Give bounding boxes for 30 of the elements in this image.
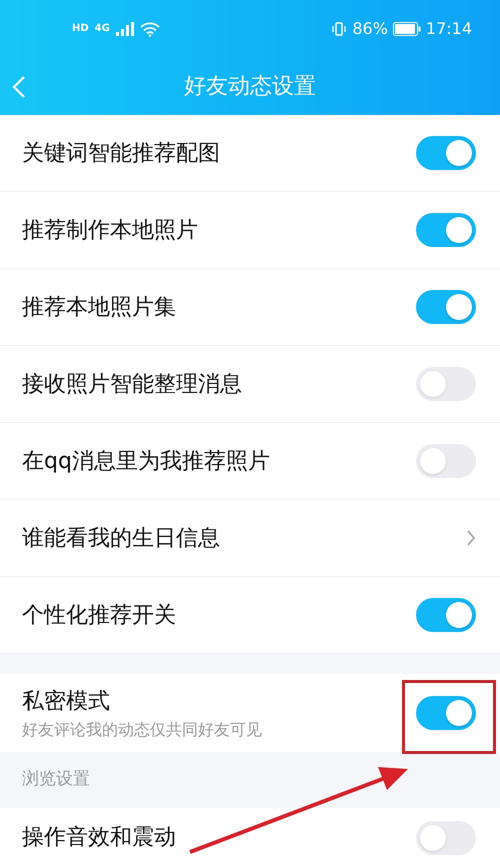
toggle-switch[interactable] bbox=[416, 290, 476, 324]
setting-label: 关键词智能推荐配图 bbox=[22, 140, 220, 168]
clock-time: 17:14 bbox=[426, 18, 472, 40]
toggle-switch[interactable] bbox=[416, 444, 476, 478]
network-label: 4G bbox=[94, 24, 110, 34]
back-icon[interactable] bbox=[12, 74, 26, 98]
setting-description: 好友评论我的动态仅共同好友可见 bbox=[22, 718, 262, 740]
setting-label: 在qq消息里为我推荐照片 bbox=[22, 448, 270, 476]
battery-percent: 86% bbox=[352, 18, 388, 40]
battery-icon bbox=[392, 22, 421, 36]
setting-label: 接收照片智能整理消息 bbox=[22, 370, 242, 398]
toggle-switch[interactable] bbox=[416, 367, 476, 401]
toggle-switch[interactable] bbox=[416, 136, 476, 170]
setting-label: 操作音效和震动 bbox=[22, 824, 176, 852]
setting-label: 个性化推荐开关 bbox=[22, 602, 176, 630]
toggle-switch[interactable] bbox=[416, 696, 476, 730]
setting-label: 谁能看我的生日信息 bbox=[22, 524, 220, 552]
page-title: 好友动态设置 bbox=[184, 73, 316, 101]
toggle-switch[interactable] bbox=[416, 213, 476, 247]
wifi-icon bbox=[140, 22, 160, 36]
chevron-right-icon[interactable] bbox=[466, 529, 476, 547]
section-title: 浏览设置 bbox=[22, 768, 90, 792]
toggle-switch[interactable] bbox=[416, 820, 476, 854]
vibrate-icon bbox=[331, 21, 348, 37]
setting-label: 私密模式 bbox=[22, 688, 111, 716]
network-label: HD bbox=[72, 24, 89, 34]
setting-label: 推荐本地照片集 bbox=[22, 294, 176, 322]
toggle-switch[interactable] bbox=[416, 598, 476, 632]
signal-icon bbox=[116, 22, 134, 36]
setting-label: 推荐制作本地照片 bbox=[22, 216, 198, 244]
